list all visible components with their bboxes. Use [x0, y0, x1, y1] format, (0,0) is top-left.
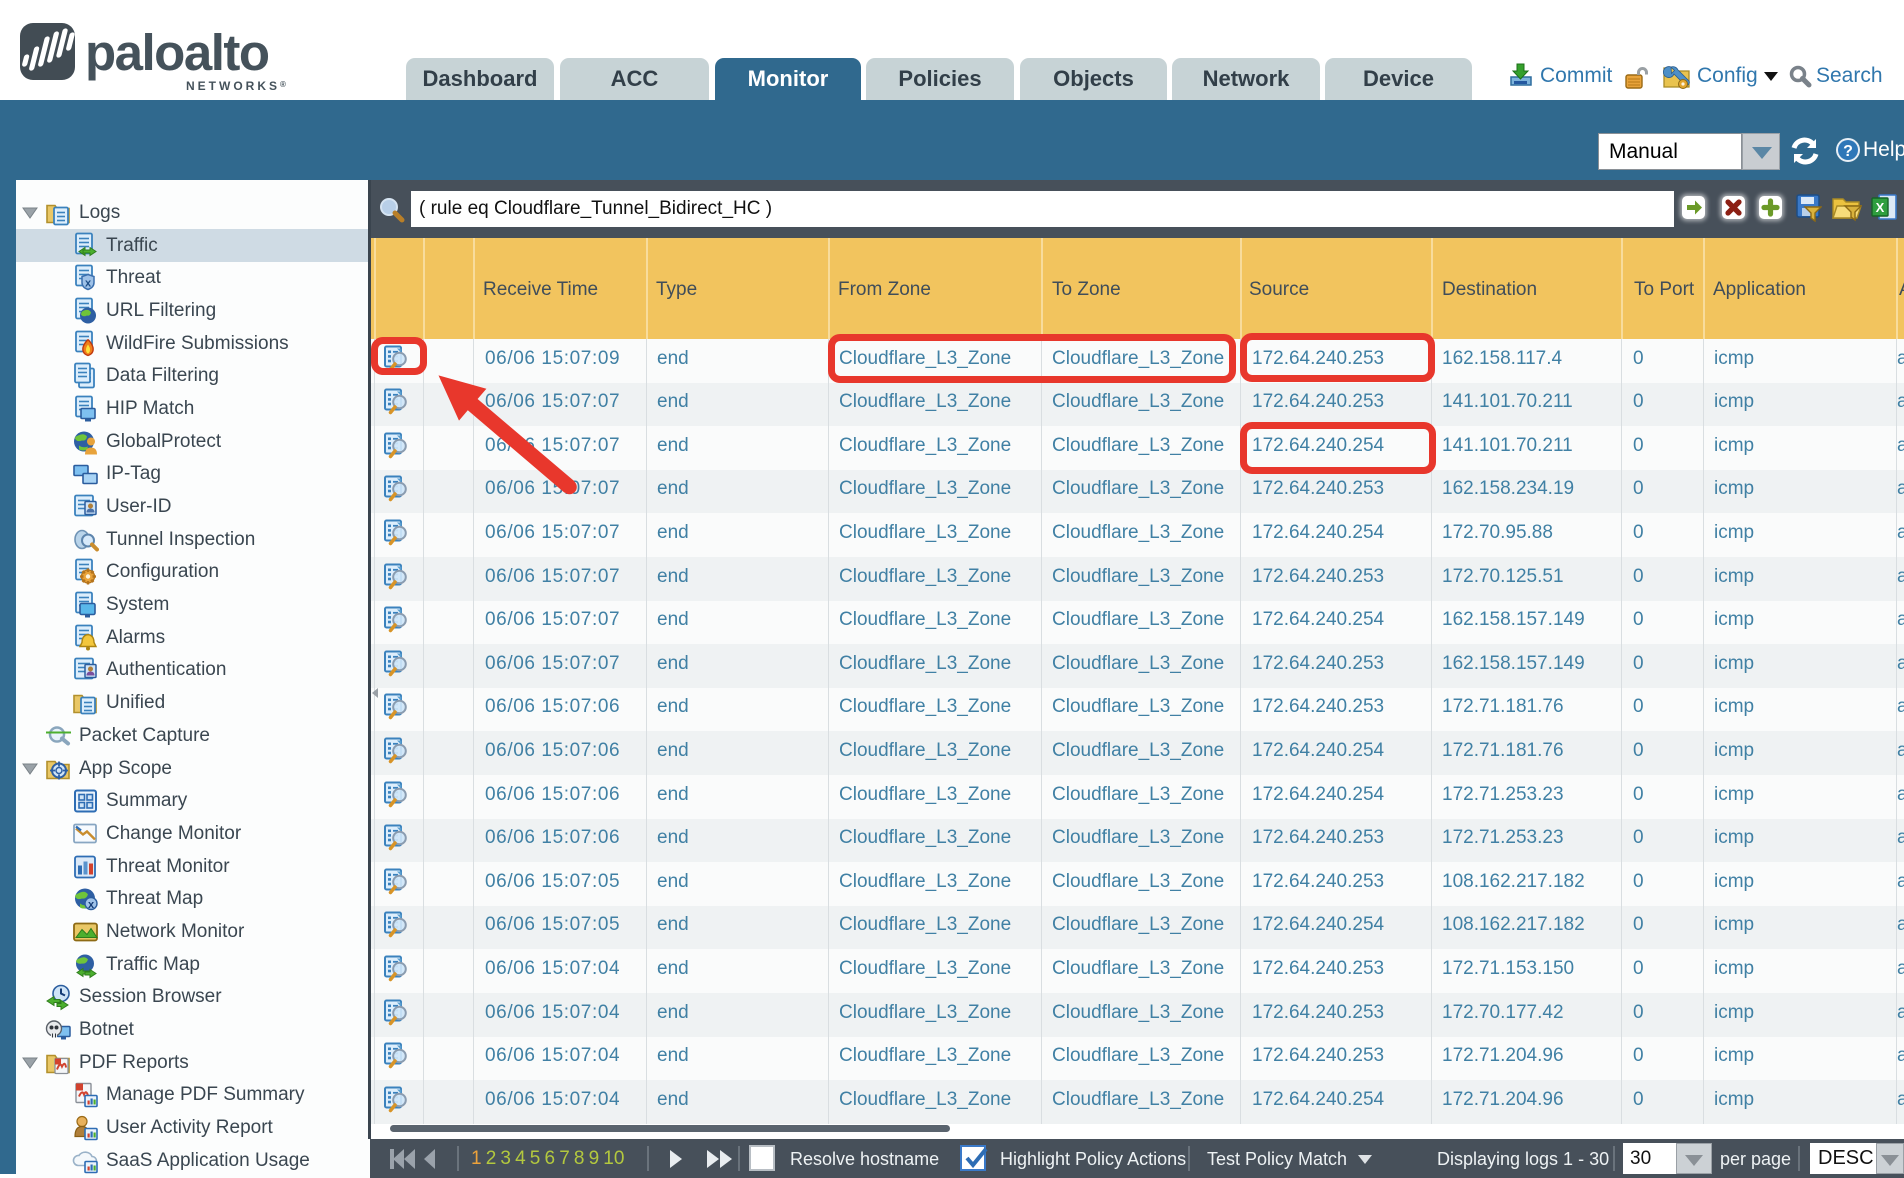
svg-text:?: ? [1843, 143, 1853, 160]
svg-text:x: x [88, 899, 95, 911]
svg-text:X: X [1876, 200, 1885, 215]
svg-text:x: x [85, 278, 92, 290]
svg-text:paloalto: paloalto [85, 24, 269, 81]
